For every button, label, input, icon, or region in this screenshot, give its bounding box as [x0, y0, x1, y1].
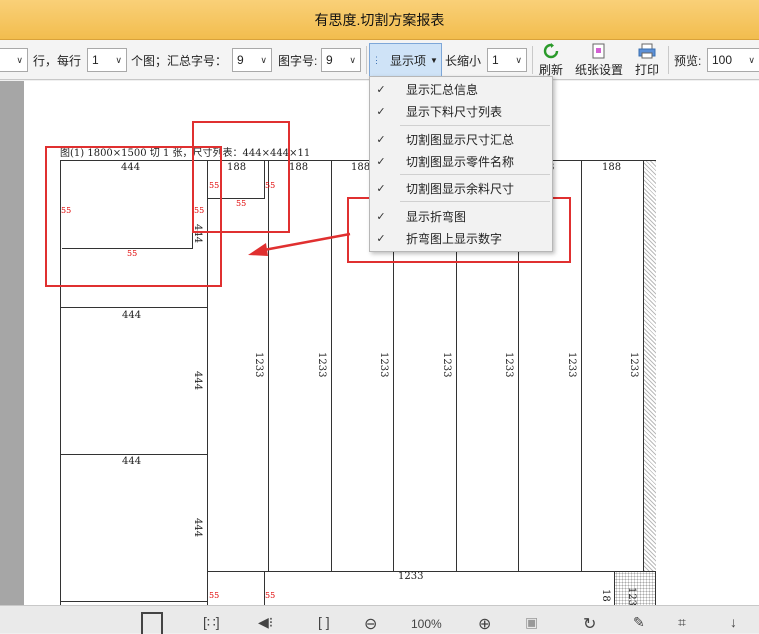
toolbar-separator [532, 46, 533, 74]
strip-divider [331, 160, 332, 571]
rows-label: 行，每行 [33, 53, 82, 68]
image-font-label: 图字号: [278, 53, 318, 68]
part-divider [60, 601, 208, 602]
menu-item-show-cut-list[interactable]: ✓ 显示下料尺寸列表 [370, 100, 552, 122]
chevron-down-icon: ∨ [748, 54, 755, 65]
strip-width-label: 18 [600, 589, 611, 602]
check-icon: ✓ [376, 105, 386, 118]
summary-font-size-select[interactable]: 9 ∨ [232, 48, 272, 72]
actual-size-icon[interactable]: ▣ [525, 614, 538, 631]
part-divider [60, 454, 208, 455]
zoom-level: 100% [411, 617, 442, 631]
part-height-label: 444 [192, 371, 203, 391]
strip-length-label: 1233 [566, 352, 577, 378]
bend-number-left: 55 [209, 591, 220, 600]
printer-icon [638, 43, 656, 59]
strip-length-label: 1233 [441, 352, 452, 378]
check-icon: ✓ [376, 210, 386, 223]
menu-separator [400, 125, 550, 126]
left-gutter [0, 81, 24, 605]
refresh-icon [542, 42, 560, 59]
rotate-icon[interactable]: ↻ [583, 614, 596, 634]
prev-page-icon[interactable]: ◀⁝ [258, 614, 273, 631]
strip-length-label: 1233 [628, 352, 639, 378]
menu-item-show-summary[interactable]: ✓ 显示汇总信息 [370, 78, 552, 100]
strip-width-label: 188 [289, 162, 309, 173]
chevron-down-icon: ∨ [260, 54, 267, 65]
menu-item-show-part-names[interactable]: ✓ 切割图显示零件名称 [370, 150, 552, 172]
bend-outline-right [264, 572, 265, 605]
zoom-in-icon[interactable]: ⊕ [478, 614, 491, 634]
more-icon[interactable]: ↓ [730, 614, 737, 630]
bend-number-right: 55 [265, 591, 276, 600]
refresh-button[interactable]: 刷新 [537, 40, 565, 80]
strip-length-label: 1233 [378, 352, 389, 378]
print-button[interactable]: 打印 [633, 40, 661, 80]
part-height-label: 444 [192, 518, 203, 538]
bottom-toolbar: [∷] ◀⁝ [ ] ⊖ 100% ⊕ ▣ ↻ ✎ ⌗ ↓ [0, 605, 759, 634]
chevron-down-icon: ∨ [115, 54, 122, 65]
strip-length-label: 1233 [398, 571, 424, 582]
check-icon: ✓ [376, 182, 386, 195]
toolbar-separator [668, 46, 669, 74]
strip-bottom-edge [208, 571, 656, 572]
check-icon: ✓ [376, 155, 386, 168]
menu-separator [400, 174, 550, 175]
check-icon: ✓ [376, 133, 386, 146]
annotation-arrow-icon [248, 232, 351, 256]
strip-length-label: 1233 [316, 352, 327, 378]
part-width-label: 444 [122, 310, 142, 321]
part-width-label: 444 [122, 456, 142, 467]
paper-settings-button[interactable]: 纸张设置 [573, 40, 625, 80]
chevron-down-icon: ∨ [349, 54, 356, 65]
menu-item-show-offcut-size[interactable]: ✓ 切割图显示余料尺寸 [370, 177, 552, 199]
chevron-down-icon: ∨ [515, 54, 522, 65]
image-font-size-select[interactable]: 9 ∨ [321, 48, 361, 72]
annotation-box-strip [192, 121, 290, 233]
shrink-label: 长缩小 [445, 53, 482, 68]
title-bar: 有思度.切割方案报表 [0, 0, 759, 40]
per-row-select[interactable]: 1 ∨ [87, 48, 127, 72]
strip-length-label: 1233 [253, 352, 264, 378]
toolbar-separator [366, 46, 367, 74]
shrink-select[interactable]: 1 ∨ [487, 48, 527, 72]
menu-item-show-size-summary[interactable]: ✓ 切割图显示尺寸汇总 [370, 128, 552, 150]
toolbar: ∨ 行，每行 1 ∨ 个图；汇总字号： 9 ∨ 图字号: 9 ∨ ⋮ 显示项 ▼ 长缩… [0, 40, 759, 80]
fit-page-icon[interactable]: [∷] [203, 614, 220, 631]
strip-width-label: 188 [351, 162, 371, 173]
menu-item-show-bend-numbers[interactable]: ✓ 折弯图上显示数字 [370, 227, 552, 249]
display-options-menu: ✓ 显示汇总信息 ✓ 显示下料尺寸列表 ✓ 切割图显示尺寸汇总 ✓ 切割图显示零… [369, 76, 553, 252]
preview-zoom-select[interactable]: 100 ∨ [707, 48, 759, 72]
display-items-button[interactable]: ⋮ 显示项 ▼ [369, 43, 442, 77]
fit-width-icon[interactable]: [ ] [318, 614, 330, 630]
menu-item-show-bend-drawing[interactable]: ✓ 显示折弯图 [370, 205, 552, 227]
zoom-out-icon[interactable]: ⊖ [364, 614, 377, 634]
scrap-strip-right [643, 161, 656, 571]
strip-width-label: 1233 [626, 587, 637, 605]
crop-icon[interactable]: ⌗ [678, 614, 686, 631]
rows-select-partial[interactable]: ∨ [0, 40, 28, 80]
per-image-label: 个图；汇总字号： [131, 53, 228, 68]
edit-icon[interactable]: ✎ [633, 614, 645, 631]
strip-length-label: 1233 [503, 352, 514, 378]
menu-separator [400, 201, 550, 202]
dropdown-arrow-icon: ▼ [430, 55, 438, 65]
page-icon[interactable] [141, 612, 163, 634]
paper-icon [590, 43, 608, 59]
check-icon: ✓ [376, 83, 386, 96]
part-divider [60, 307, 208, 308]
chevron-down-icon: ∨ [16, 54, 23, 65]
grip-icon: ⋮ [372, 54, 381, 65]
strip-width-label: 188 [602, 162, 622, 173]
check-icon: ✓ [376, 232, 386, 245]
strip-divider [581, 160, 582, 571]
window-title: 有思度.切割方案报表 [314, 11, 445, 28]
preview-label: 预览: [674, 53, 702, 68]
